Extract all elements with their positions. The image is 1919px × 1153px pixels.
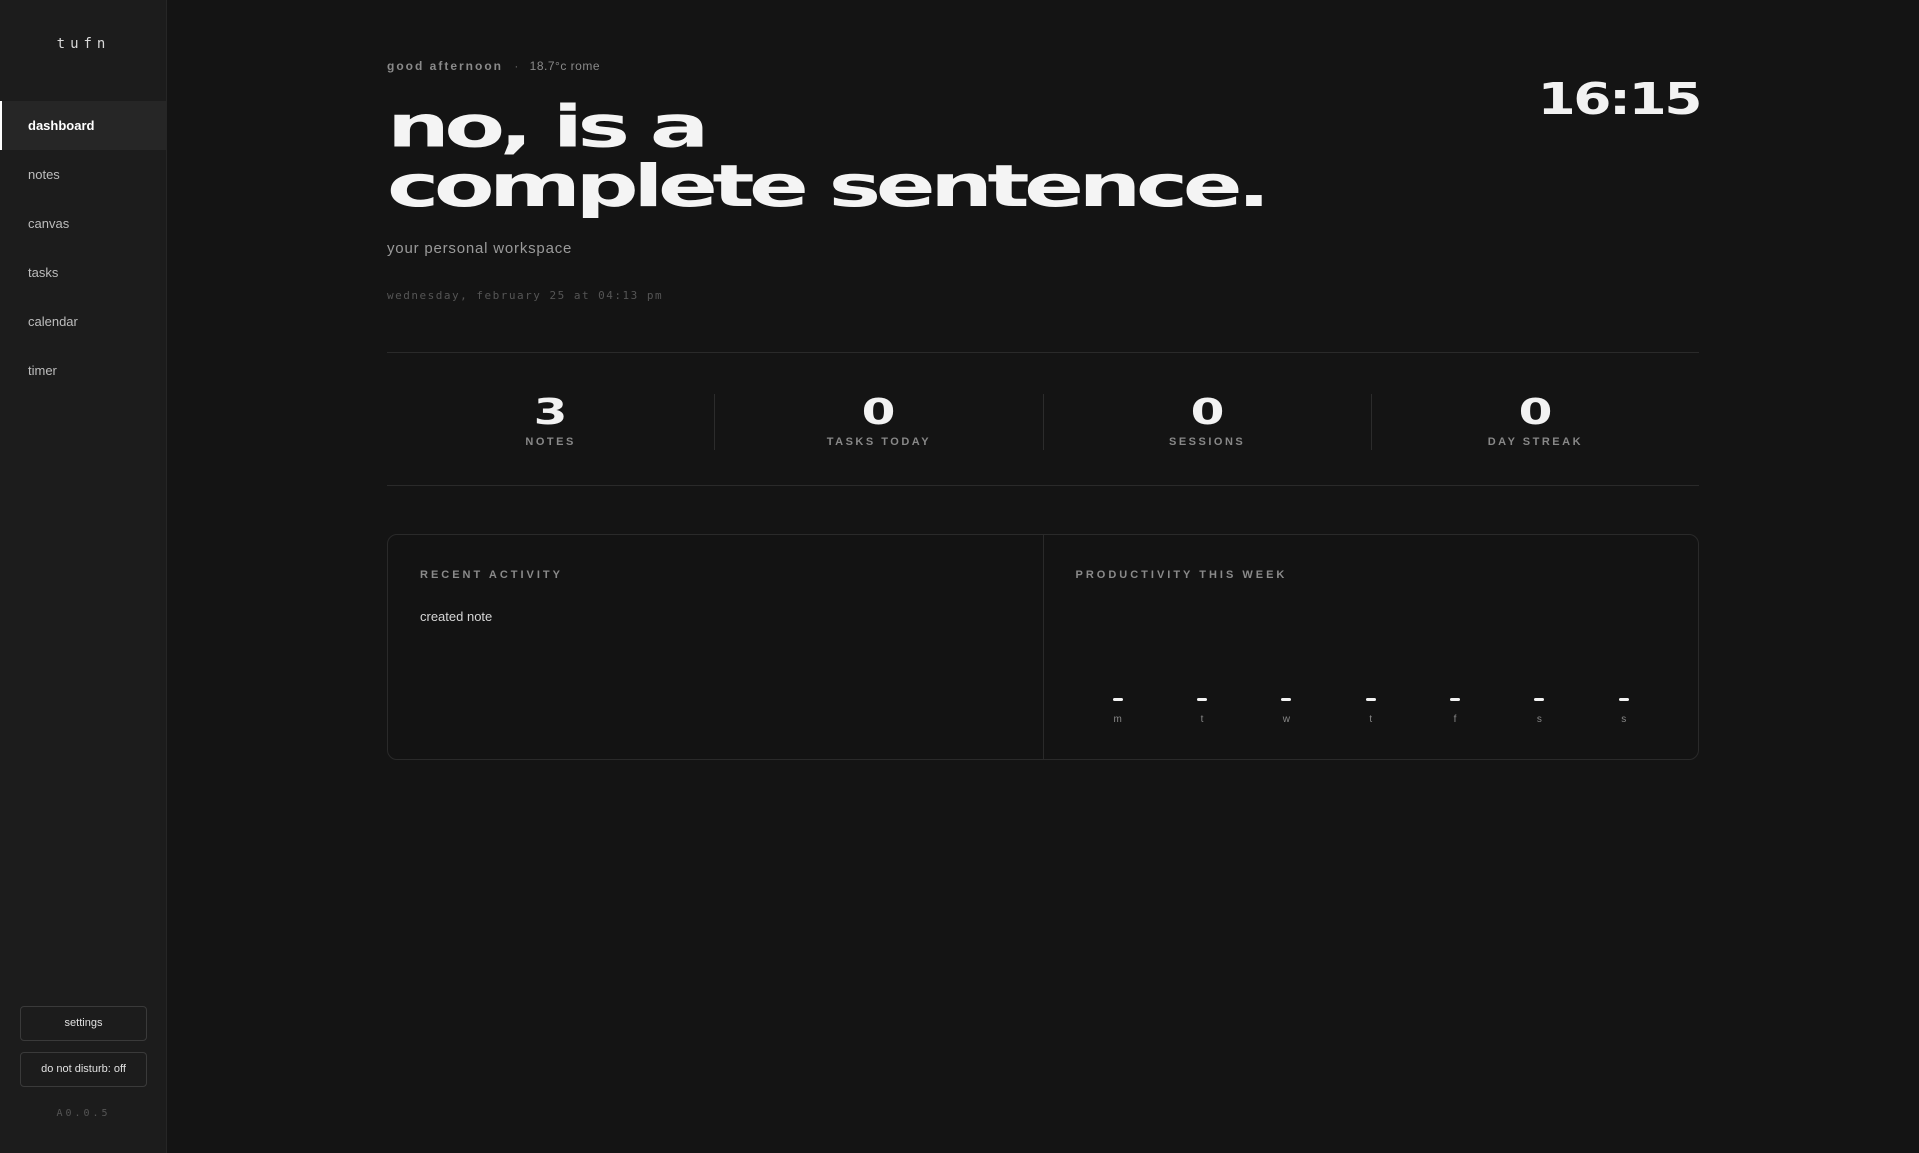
stat-value: 0 [1190,392,1225,433]
chart-bar [1534,698,1545,701]
chart-bar [1618,698,1629,701]
app-root: tufn dashboard notes canvas tasks calend… [0,0,1919,1153]
chart-tick-label: t [1369,714,1373,725]
datestamp: wednesday, february 25 at 04:13 pm [387,289,664,302]
chart-day-3: t [1356,685,1386,725]
chart-tick-label: f [1453,714,1457,725]
recent-activity-title: RECENT ACTIVITY [420,569,563,581]
do-not-disturb-button[interactable]: do not disturb: off [20,1052,147,1087]
stat-tasks-today: 0 TASKS TODAY [715,392,1044,450]
stat-value: 0 [861,392,896,433]
sidebar: tufn dashboard notes canvas tasks calend… [0,0,167,1153]
recent-activity-panel: RECENT ACTIVITY created note [388,535,1043,759]
headline-line-2: complete sentence. [387,153,1271,221]
sidebar-item-notes[interactable]: notes [0,150,167,199]
activity-item: created note [420,609,493,624]
weather-text: 18.7°c rome [529,59,600,73]
subtitle: your personal workspace [387,240,573,257]
stats-row: 3 NOTES 0 TASKS TODAY 0 SESSIONS 0 DAY S… [387,394,1699,450]
sidebar-item-dashboard[interactable]: dashboard [0,101,167,150]
chart-day-2: w [1271,685,1301,725]
chart-day-5: s [1524,685,1554,725]
settings-button[interactable]: settings [20,1006,147,1041]
version-label: A0.0.5 [56,1108,111,1119]
productivity-panel: PRODUCTIVITY THIS WEEK m t w t f s s [1042,535,1699,759]
divider-bottom [387,485,1699,486]
sidebar-item-calendar[interactable]: calendar [0,297,167,346]
sidebar-item-timer[interactable]: timer [0,346,167,395]
chart-tick-label: w [1282,714,1290,725]
dashboard-main: good afternoon · 18.7°c rome 16:15 no, i… [167,0,1919,1153]
stat-label: NOTES [525,436,576,448]
chart-day-1: t [1187,685,1217,725]
stat-label: DAY STREAK [1487,436,1584,448]
stat-day-streak: 0 DAY STREAK [1372,394,1699,450]
headline-line-1: no, is a [387,94,709,161]
greeting-row: good afternoon · 18.7°c rome [387,59,600,73]
productivity-chart: mtwtfss [1076,685,1667,725]
sidebar-nav: dashboard notes canvas tasks calendar ti… [0,101,167,395]
chart-bar [1450,698,1461,701]
headline: no, is a complete sentence. [387,94,1271,221]
productivity-title: PRODUCTIVITY THIS WEEK [1075,569,1288,581]
divider-top [387,352,1699,353]
chart-day-6: s [1609,685,1639,725]
chart-day-0: m [1103,685,1133,725]
stat-label: SESSIONS [1169,436,1246,448]
stat-value: 3 [533,392,568,433]
chart-bar [1365,698,1376,701]
stat-sessions: 0 SESSIONS [1044,394,1372,450]
greeting-text: good afternoon [387,59,503,73]
sidebar-item-tasks[interactable]: tasks [0,248,167,297]
chart-tick-label: s [1536,714,1542,725]
panels-card: RECENT ACTIVITY created note PRODUCTIVIT… [387,534,1699,760]
stat-value: 0 [1518,392,1553,433]
chart-bar [1281,698,1292,701]
chart-bar [1197,698,1208,701]
stat-notes: 3 NOTES [387,392,716,450]
chart-bar [1112,698,1123,701]
chart-day-4: f [1440,685,1470,725]
sidebar-item-canvas[interactable]: canvas [0,199,167,248]
app-logo: tufn [56,36,111,52]
stat-label: TASKS TODAY [826,436,932,448]
chart-tick-label: t [1200,714,1204,725]
chart-tick-label: s [1621,714,1627,725]
chart-tick-label: m [1113,714,1122,725]
clock: 16:15 [1537,74,1702,125]
greeting-separator: · [514,59,519,73]
